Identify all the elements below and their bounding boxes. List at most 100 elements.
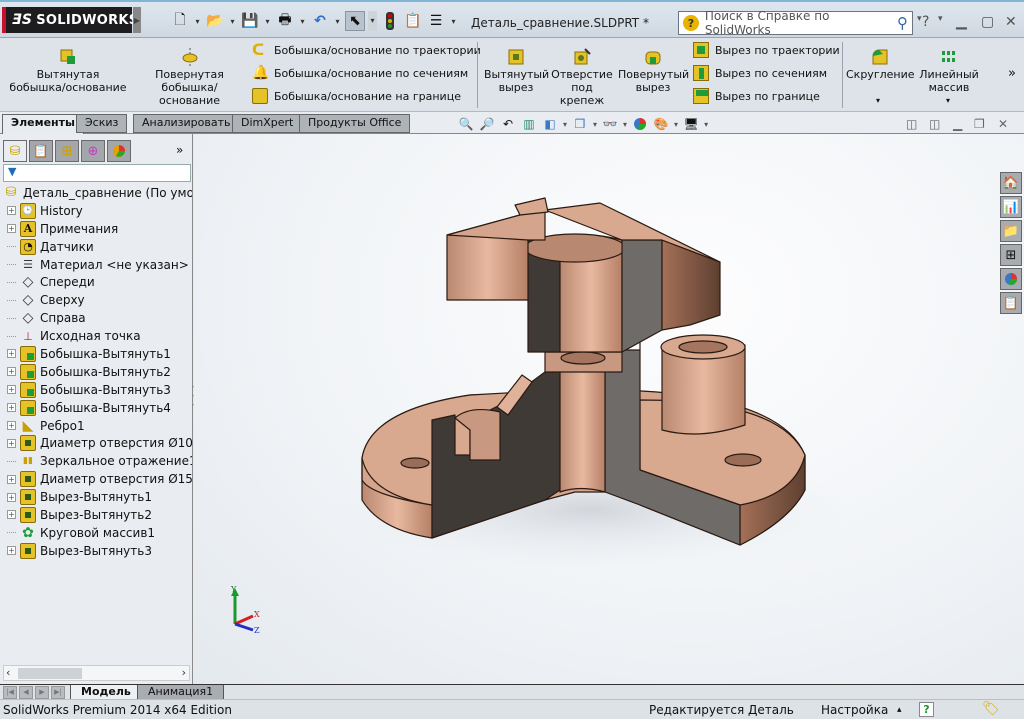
scrollbar-thumb[interactable] — [18, 668, 82, 679]
horizontal-scrollbar[interactable]: ‹ › — [3, 665, 190, 681]
panel-more-chevron[interactable]: » — [176, 143, 183, 157]
tree-item[interactable]: ⊥ Исходная точка — [0, 327, 192, 345]
doc-close-icon[interactable]: ✕ — [998, 117, 1008, 131]
tree-item[interactable]: + Бобышка-Вытянуть3 — [0, 381, 192, 399]
select-icon[interactable]: ⬉ — [345, 11, 365, 31]
save-icon[interactable]: 💾 — [240, 11, 260, 31]
tree-item[interactable]: ◇ Справа — [0, 309, 192, 327]
tree-item[interactable]: + Вырез-Вытянуть2 — [0, 506, 192, 524]
fillet-button[interactable]: Скругление — [846, 48, 915, 81]
apply-scene-icon[interactable]: 🎨 — [653, 116, 669, 132]
apply-scene-dropdown[interactable]: ▾ — [674, 120, 678, 129]
expand-icon[interactable]: + — [7, 367, 16, 377]
options-dropdown[interactable]: ▾ — [449, 17, 458, 26]
graphics-area[interactable]: Y X Z — [194, 134, 1024, 684]
undo-dropdown[interactable]: ▾ — [333, 17, 342, 26]
swept-cut-button[interactable]: Вырез по траектории — [693, 42, 840, 58]
display-manager-tab[interactable] — [107, 140, 131, 162]
tree-item[interactable]: + ◣ Ребро1 — [0, 417, 192, 435]
tree-item[interactable]: + 🕒 History — [0, 202, 192, 220]
scroll-left-icon[interactable]: ‹ — [6, 666, 10, 679]
viewport-split-left-icon[interactable]: ◫ — [906, 117, 917, 131]
lofted-cut-button[interactable]: Вырез по сечениям — [693, 65, 827, 81]
tree-item[interactable]: + Бобышка-Вытянуть1 — [0, 345, 192, 363]
tree-item[interactable]: + Вырез-Вытянуть1 — [0, 488, 192, 506]
display-style-icon[interactable]: ❒ — [572, 116, 588, 132]
property-manager-tab[interactable]: 📋 — [29, 140, 53, 162]
rebuild-tag-icon[interactable]: 🏷 — [982, 701, 1000, 717]
print-dropdown[interactable]: ▾ — [298, 17, 307, 26]
edit-appearance-icon[interactable] — [632, 116, 648, 132]
tree-item[interactable]: ◇ Сверху — [0, 291, 192, 309]
save-dropdown[interactable]: ▾ — [263, 17, 272, 26]
linear-pattern-button[interactable]: Линейный массив — [917, 48, 981, 94]
tree-item[interactable]: ✿ Круговой массив1 — [0, 524, 192, 542]
configuration-manager-tab[interactable]: ⊞ — [55, 140, 79, 162]
view-orientation-icon[interactable]: ◧ — [542, 116, 558, 132]
tree-root[interactable]: ⛁ Деталь_сравнение (По умолча — [0, 184, 192, 202]
tree-item[interactable]: + Диаметр отверстия Ø15.0 (1 — [0, 470, 192, 488]
tree-item[interactable]: ◇ Спереди — [0, 273, 192, 291]
options-icon[interactable]: ☰ — [426, 11, 446, 31]
boundary-boss-button[interactable]: Бобышка/основание на границе — [252, 88, 461, 104]
revolved-boss-button[interactable]: Повернутая бобышка/основание — [132, 48, 247, 107]
select-dropdown[interactable]: ▾ — [368, 11, 377, 31]
custom-properties-icon[interactable]: 📋 — [1000, 292, 1022, 314]
file-properties-icon[interactable]: 📋 — [403, 11, 423, 31]
next-tab-button[interactable]: ▶ — [35, 686, 49, 699]
hide-show-items-icon[interactable]: 👓 — [602, 116, 618, 132]
quick-tips-icon[interactable]: ? — [919, 702, 934, 717]
zoom-to-fit-icon[interactable]: 🔍 — [458, 116, 474, 132]
menu-expand-arrow[interactable]: ▶ — [133, 7, 141, 33]
close-icon[interactable]: ✕ — [1005, 14, 1017, 30]
display-style-dropdown[interactable]: ▾ — [593, 120, 597, 129]
design-library-icon[interactable]: 📊 — [1000, 196, 1022, 218]
help-dropdown[interactable]: ▾ — [938, 14, 943, 24]
tab-evaluate[interactable]: Анализировать — [133, 114, 240, 133]
expand-icon[interactable]: + — [7, 403, 16, 413]
tab-model[interactable]: Модель — [70, 685, 142, 700]
rebuild-icon[interactable] — [380, 11, 400, 31]
view-palette-icon[interactable]: ⊞ — [1000, 244, 1022, 266]
boundary-cut-button[interactable]: Вырез по границе — [693, 88, 820, 104]
expand-icon[interactable]: + — [7, 349, 16, 359]
open-dropdown[interactable]: ▾ — [228, 17, 237, 26]
new-dropdown[interactable]: ▾ — [193, 17, 202, 26]
expand-icon[interactable]: + — [7, 492, 16, 502]
expand-icon[interactable]: + — [7, 421, 16, 431]
tab-features[interactable]: Элементы — [2, 114, 84, 134]
tab-sketch[interactable]: Эскиз — [76, 114, 128, 133]
undo-icon[interactable]: ↶ — [310, 11, 330, 31]
feature-manager-tab[interactable]: ⛁ — [3, 140, 27, 162]
help-search-input[interactable]: ? Поиск в Справке по SolidWorks ⚲ — [678, 9, 913, 37]
view-settings-dropdown[interactable]: ▾ — [704, 120, 708, 129]
previous-view-icon[interactable]: ↶ — [500, 116, 516, 132]
tab-office-products[interactable]: Продукты Office — [299, 114, 411, 133]
hide-show-dropdown[interactable]: ▾ — [623, 120, 627, 129]
extruded-boss-button[interactable]: Вытянутая бобышка/основание — [8, 48, 128, 94]
tree-item[interactable]: ▮▮ Зеркальное отражение1 — [0, 452, 192, 470]
tree-item[interactable]: + Вырез-Вытянуть3 — [0, 542, 192, 560]
expand-icon[interactable]: + — [7, 510, 16, 520]
tab-animation1[interactable]: Анимация1 — [137, 685, 225, 700]
tree-filter-input[interactable]: ▼ — [3, 164, 191, 182]
appearances-icon[interactable] — [1000, 268, 1022, 290]
last-tab-button[interactable]: ▶| — [51, 686, 65, 699]
hole-wizard-button[interactable]: Отверстие под крепеж — [551, 48, 613, 107]
expand-icon[interactable]: + — [7, 224, 16, 234]
search-dropdown[interactable]: ▾ — [917, 14, 922, 24]
doc-restore-icon[interactable]: ❐ — [974, 117, 985, 131]
search-icon[interactable]: ⚲ — [897, 14, 908, 32]
ribbon-more-button[interactable]: » — [1008, 66, 1016, 81]
tree-item[interactable]: + Диаметр отверстия Ø10.0 (1 — [0, 434, 192, 452]
zoom-to-area-icon[interactable]: 🔎 — [479, 116, 495, 132]
tree-item[interactable]: ☰ Материал <не указан> — [0, 256, 192, 274]
scroll-right-icon[interactable]: › — [182, 666, 186, 679]
tree-item[interactable]: ◔ Датчики — [0, 238, 192, 256]
dimxpert-manager-tab[interactable]: ⊕ — [81, 140, 105, 162]
expand-icon[interactable]: + — [7, 546, 16, 556]
settings-button[interactable]: Настройка — [821, 703, 888, 717]
tab-dimxpert[interactable]: DimXpert — [232, 114, 303, 133]
lofted-boss-button[interactable]: 🔔 Бобышка/основание по сечениям — [252, 65, 468, 81]
revolved-cut-button[interactable]: Повернутый вырез — [618, 48, 689, 94]
